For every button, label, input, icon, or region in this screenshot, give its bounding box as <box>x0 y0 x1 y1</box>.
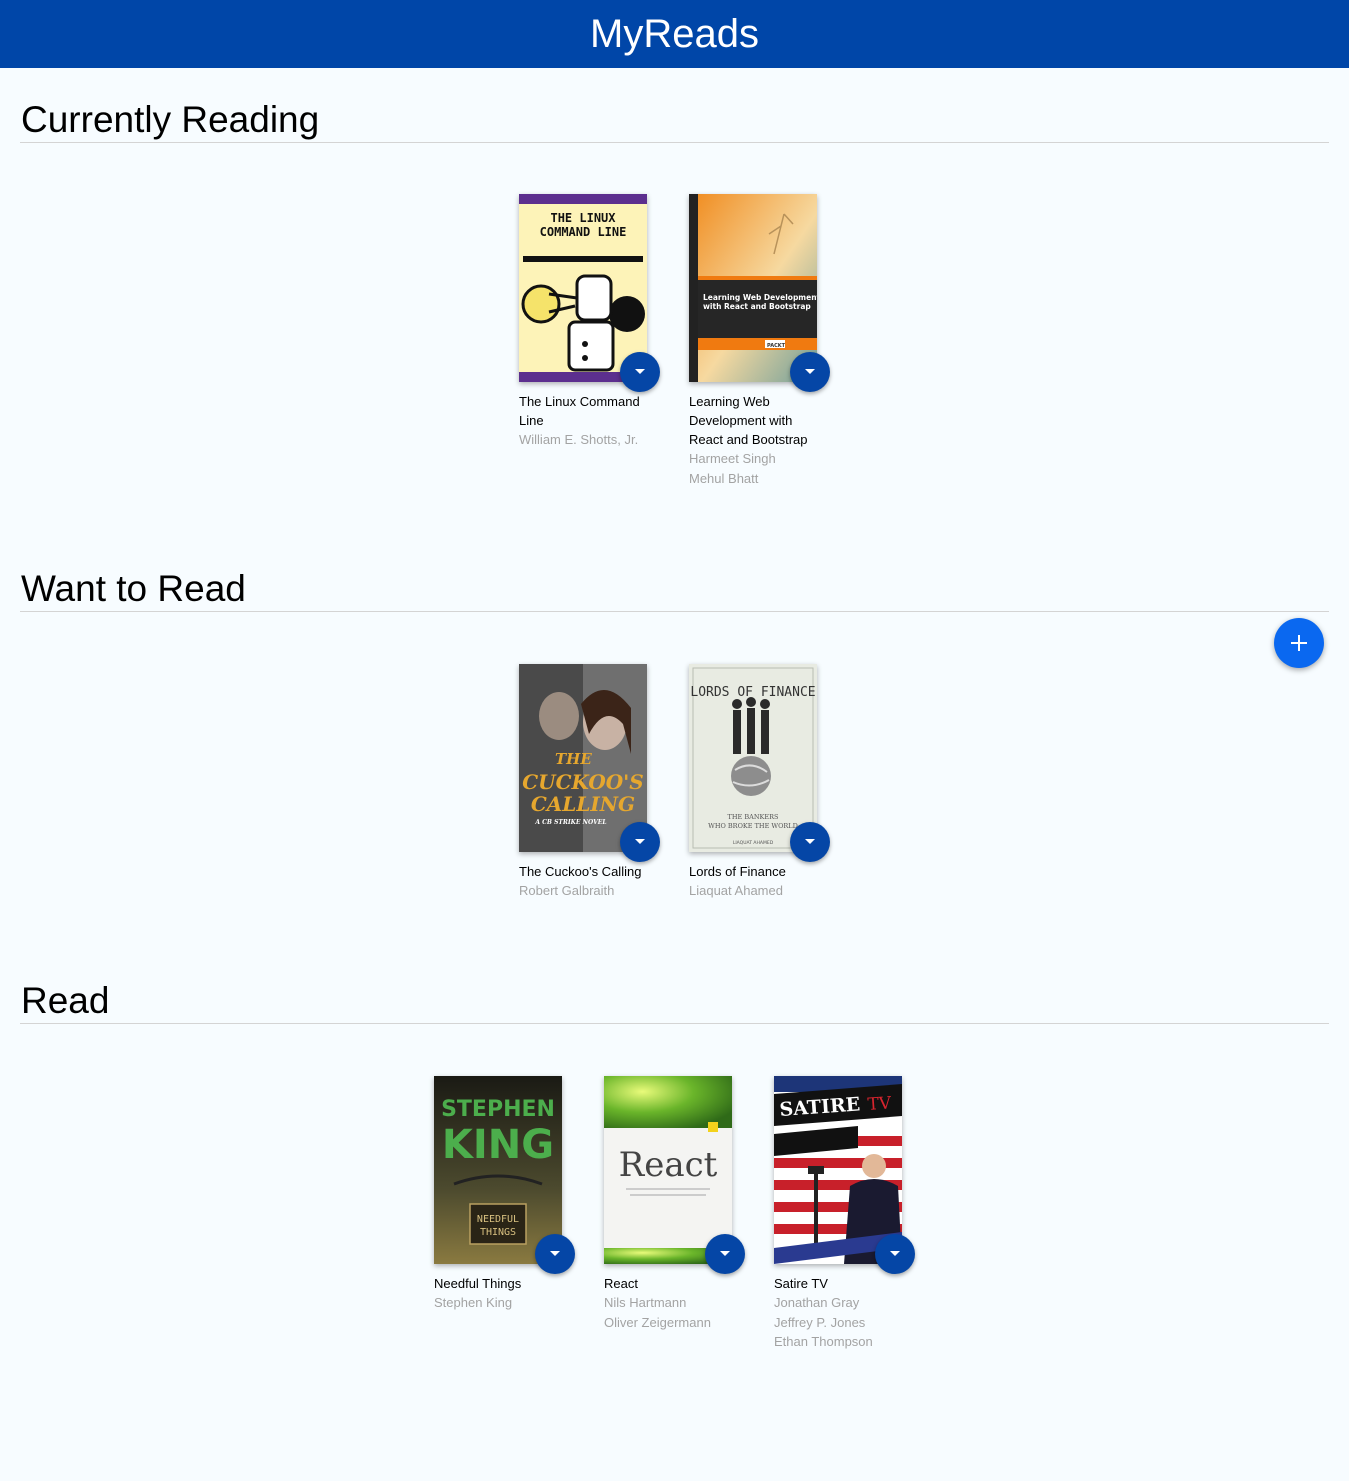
book-author: Mehul Bhatt <box>689 470 759 486</box>
caret-down-icon <box>635 839 645 844</box>
shelf-divider <box>20 1023 1329 1024</box>
shelf-changer-button[interactable] <box>705 1234 745 1274</box>
caret-down-icon <box>720 1251 730 1256</box>
svg-text:Learning Web Development: Learning Web Development <box>703 293 817 302</box>
book-author: Jeffrey P. Jones <box>774 1314 866 1330</box>
svg-text:THE LINUX: THE LINUX <box>550 211 616 225</box>
svg-text:TV: TV <box>867 1093 893 1115</box>
svg-text:CUCKOO'S: CUCKOO'S <box>522 770 644 794</box>
book-authors: William E. Shotts, Jr. <box>519 430 659 450</box>
shelf-changer-button[interactable] <box>790 822 830 862</box>
caret-down-icon <box>805 839 815 844</box>
shelf-changer-button[interactable] <box>620 822 660 862</box>
caret-down-icon <box>890 1251 900 1256</box>
book-cover[interactable]: React <box>604 1076 732 1264</box>
svg-text:THE BANKERS: THE BANKERS <box>728 813 779 821</box>
book-title: Needful Things <box>434 1276 522 1291</box>
shelf-changer-button[interactable] <box>620 352 660 392</box>
shelf-divider <box>20 611 1329 612</box>
shelf-changer-button[interactable] <box>535 1234 575 1274</box>
shelf-title: Currently Reading <box>21 99 320 140</box>
book-author: Jonathan Gray <box>774 1295 860 1310</box>
svg-text:A CB STRIKE NOVEL: A CB STRIKE NOVEL <box>534 819 606 826</box>
app-title: MyReads <box>590 12 759 56</box>
svg-text:with React and Bootstrap: with React and Bootstrap <box>703 302 811 311</box>
book-author: Liaquat Ahamed <box>689 883 783 898</box>
book-author: Harmeet Singh <box>689 451 776 466</box>
book-title: Satire TV <box>774 1276 828 1291</box>
book-author: William E. Shotts, Jr. <box>519 432 639 447</box>
svg-text:PACKT: PACKT <box>767 343 786 349</box>
caret-down-icon <box>635 369 645 374</box>
book-cover[interactable]: SATIRE TV <box>774 1076 902 1264</box>
book-author: Robert Galbraith <box>519 883 615 898</box>
book-author: Oliver Zeigermann <box>604 1314 711 1330</box>
svg-text:KING: KING <box>442 1122 554 1168</box>
shelf-currently-reading: Currently Reading <box>20 98 1329 143</box>
add-book-button[interactable] <box>1274 618 1324 668</box>
svg-text:NEEDFUL: NEEDFUL <box>477 1214 519 1225</box>
book-cover[interactable]: STEPHEN KING NEEDFUL THINGS <box>434 1076 562 1264</box>
book-authors: Liaquat Ahamed <box>689 881 829 901</box>
book-cover[interactable]: LORDS OF FINANCE THE BANKERS WHO BROKE T… <box>689 664 817 852</box>
caret-down-icon <box>550 1251 560 1256</box>
book-cover[interactable]: THE CUCKOO'S CALLING A CB STRIKE NOVEL <box>519 664 647 852</box>
app-header: MyReads <box>0 0 1349 68</box>
shelf-changer-button[interactable] <box>790 352 830 392</box>
svg-text:CALLING: CALLING <box>531 792 635 816</box>
caret-down-icon <box>805 369 815 374</box>
book-title: The Linux Command Line <box>519 394 640 428</box>
book-authors: Robert Galbraith <box>519 881 659 901</box>
shelf-title: Read <box>21 980 110 1021</box>
book-authors: Harmeet Singh Mehul Bhatt <box>689 449 829 488</box>
svg-text:STEPHEN: STEPHEN <box>441 1097 555 1122</box>
svg-text:LIAQUAT AHAMED: LIAQUAT AHAMED <box>733 840 774 846</box>
svg-text:THINGS: THINGS <box>480 1227 516 1238</box>
shelf-divider <box>20 142 1329 143</box>
book-author: Stephen King <box>434 1295 513 1310</box>
book-authors: Stephen King <box>434 1293 574 1313</box>
book-author: Ethan Thompson <box>774 1334 873 1349</box>
svg-text:THE: THE <box>555 750 592 768</box>
svg-text:COMMAND LINE: COMMAND LINE <box>540 225 627 239</box>
book-authors: Jonathan Gray Jeffrey P. Jones Ethan Tho… <box>774 1293 914 1352</box>
book-authors: Nils Hartmann Oliver Zeigermann <box>604 1293 744 1332</box>
book-title: Lords of Finance <box>689 864 786 879</box>
book-title: React <box>604 1276 638 1291</box>
shelf-changer-button[interactable] <box>875 1234 915 1274</box>
shelf-title: Want to Read <box>21 568 246 609</box>
shelf-want-to-read: Want to Read <box>20 567 1329 612</box>
book-author: Nils Hartmann <box>604 1295 687 1310</box>
svg-text:React: React <box>619 1145 718 1185</box>
svg-text:WHO BROKE THE WORLD: WHO BROKE THE WORLD <box>708 822 798 830</box>
shelf-read: Read <box>20 979 1329 1024</box>
book-title: Learning Web Development with React and … <box>689 394 808 447</box>
book-cover[interactable]: THE LINUX COMMAND LINE <box>519 194 647 382</box>
book-title: The Cuckoo's Calling <box>519 864 642 879</box>
book-cover[interactable]: Learning Web Development with React and … <box>689 194 817 382</box>
